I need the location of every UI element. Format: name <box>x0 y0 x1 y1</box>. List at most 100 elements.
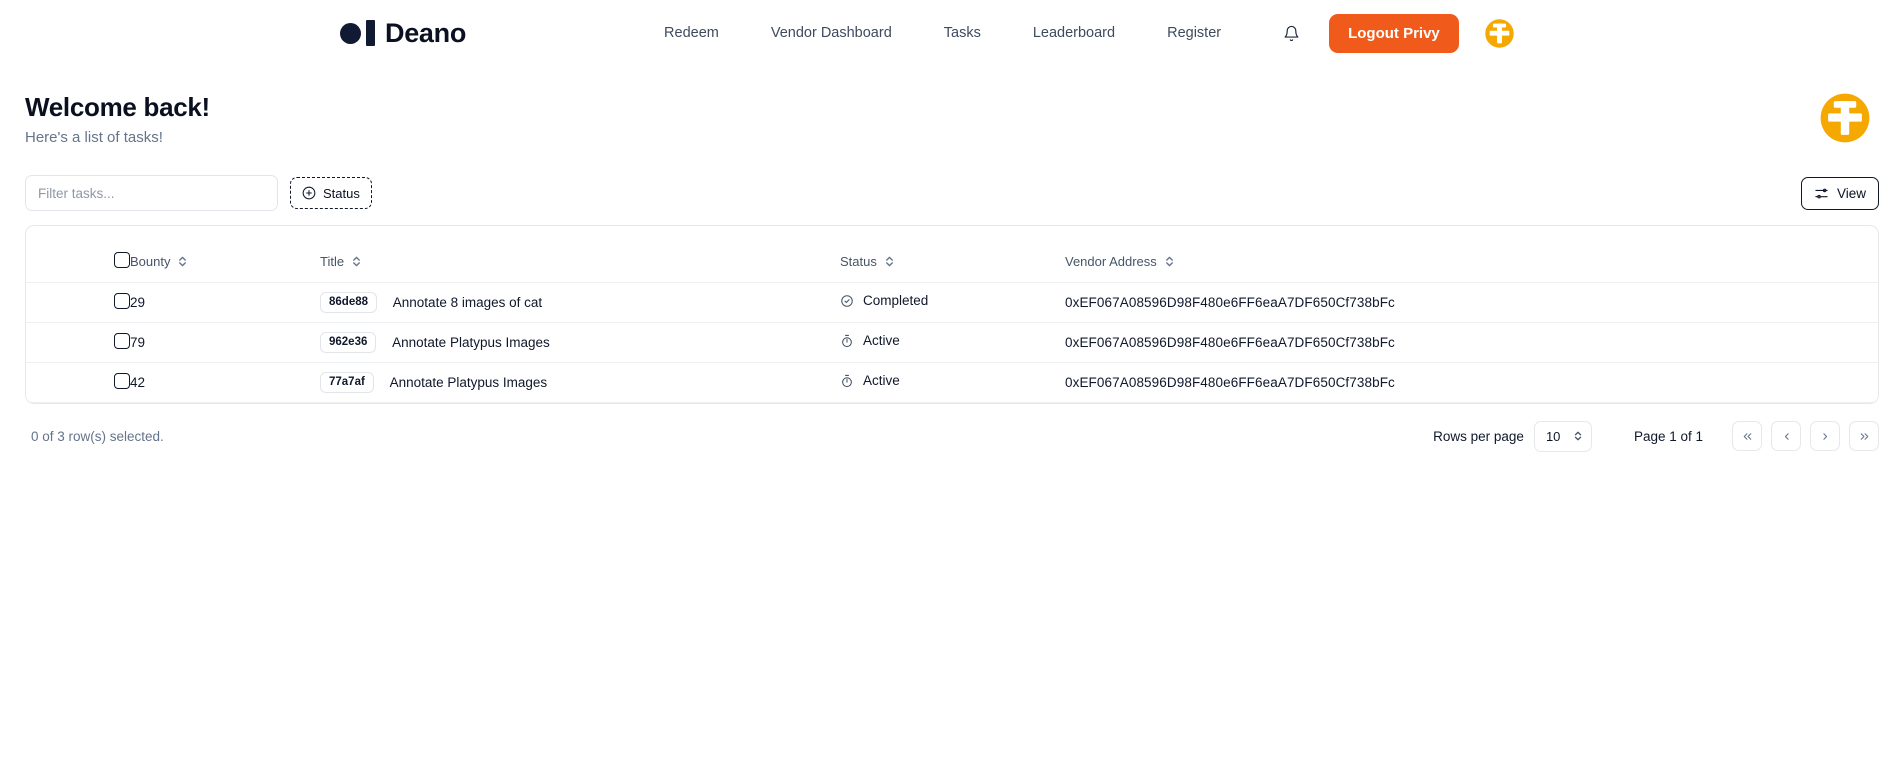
nav-link-leaderboard[interactable]: Leaderboard <box>1007 25 1141 41</box>
row-select-cell <box>26 322 130 363</box>
status-filter-label: Status <box>323 185 360 201</box>
column-header-title[interactable]: Title <box>320 226 840 283</box>
chevron-updown-icon <box>1574 431 1582 441</box>
rows-per-page-value: 10 <box>1545 428 1561 444</box>
table-row[interactable]: 42 77a7af Annotate Platypus Images Activ… <box>26 362 1878 403</box>
bell-icon <box>1284 25 1299 41</box>
status-label: Active <box>863 373 900 389</box>
view-options-button[interactable]: View <box>1800 176 1879 210</box>
check-circle-icon <box>841 294 853 307</box>
tasks-table: Bounty Title Status Vendor Address 29 86… <box>26 226 1878 403</box>
row-select-cell <box>26 362 130 403</box>
row-checkbox[interactable] <box>114 292 130 309</box>
chevrons-left-icon <box>1743 432 1751 440</box>
app-logo-nav[interactable] <box>1482 16 1517 51</box>
table-row[interactable]: 79 962e36 Annotate Platypus Images Activ… <box>26 322 1878 363</box>
row-checkbox[interactable] <box>114 372 130 389</box>
logout-button[interactable]: Logout Privy <box>1329 13 1459 53</box>
anchor-circle-logo-icon <box>1820 93 1870 143</box>
filter-tasks-input[interactable] <box>25 175 278 211</box>
top-navbar: Deano Redeem Vendor Dashboard Tasks Lead… <box>0 0 1904 66</box>
next-page-button[interactable] <box>1810 421 1840 451</box>
nav-link-redeem[interactable]: Redeem <box>638 25 745 41</box>
notifications-button[interactable] <box>1271 13 1311 53</box>
column-header-title-label: Title <box>320 254 345 270</box>
rows-selected-label: 0 of 3 row(s) selected. <box>31 428 164 444</box>
plus-circle-icon <box>302 186 316 200</box>
previous-page-button[interactable] <box>1771 421 1801 451</box>
cell-bounty: 42 <box>130 362 320 403</box>
chevron-right-icon <box>1822 432 1827 440</box>
column-header-status[interactable]: Status <box>840 226 1065 283</box>
brand-logo[interactable]: Deano <box>340 18 466 49</box>
column-header-bounty[interactable]: Bounty <box>130 226 320 283</box>
table-footer: 0 of 3 row(s) selected. Rows per page 10… <box>31 420 1879 452</box>
sort-chevrons-icon <box>885 256 893 267</box>
anchor-circle-logo-icon <box>1485 18 1514 48</box>
pagination-controls: Rows per page 10 Page 1 of 1 <box>1433 420 1879 452</box>
table-row[interactable]: 29 86de88 Annotate 8 images of cat Compl… <box>26 282 1878 323</box>
status-label: Active <box>863 333 900 349</box>
nav-actions: Logout Privy <box>1271 13 1517 53</box>
timer-icon <box>842 374 852 387</box>
brand-name: Deano <box>385 17 467 48</box>
page-title: Welcome back! <box>25 92 210 122</box>
sort-chevrons-icon <box>353 256 361 267</box>
chevron-left-icon <box>1784 432 1789 440</box>
column-header-status-label: Status <box>840 254 877 270</box>
task-id-badge: 962e36 <box>320 331 377 353</box>
nav-link-vendor-dashboard[interactable]: Vendor Dashboard <box>745 25 918 41</box>
cell-status: Completed <box>840 282 1065 323</box>
sort-chevrons-icon <box>179 256 187 267</box>
cell-status: Active <box>840 322 1065 363</box>
vendor-address-text: 0xEF067A08596D98F480e6FF6eaA7DF650Cf738b… <box>1065 334 1395 350</box>
table-toolbar: Status View <box>25 175 1879 211</box>
task-id-badge: 77a7af <box>320 371 374 393</box>
cell-bounty: 79 <box>130 322 320 363</box>
brand-mark-icon <box>340 20 375 46</box>
sliders-icon <box>1815 188 1828 198</box>
nav-links: Redeem Vendor Dashboard Tasks Leaderboar… <box>638 25 1247 41</box>
chevrons-right-icon <box>1860 432 1868 440</box>
page-header: Welcome back! Here's a list of tasks! <box>25 92 1904 146</box>
app-logo-corner <box>1815 88 1875 153</box>
task-title-text: Annotate Platypus Images <box>392 334 550 350</box>
row-select-cell <box>26 282 130 323</box>
cell-title: 77a7af Annotate Platypus Images <box>320 362 840 403</box>
nav-link-register[interactable]: Register <box>1141 25 1247 41</box>
brand-bar-shape <box>366 20 375 46</box>
cell-bounty: 29 <box>130 282 320 323</box>
view-options-label: View <box>1836 185 1866 201</box>
vendor-address-text: 0xEF067A08596D98F480e6FF6eaA7DF650Cf738b… <box>1065 374 1395 390</box>
cell-status: Active <box>840 362 1065 403</box>
cell-vendor-address: 0xEF067A08596D98F480e6FF6eaA7DF650Cf738b… <box>1065 282 1878 323</box>
status-filter-button[interactable]: Status <box>290 177 372 209</box>
table-head: Bounty Title Status Vendor Address <box>26 226 1878 283</box>
cell-vendor-address: 0xEF067A08596D98F480e6FF6eaA7DF650Cf738b… <box>1065 362 1878 403</box>
column-header-bounty-label: Bounty <box>130 254 171 270</box>
select-all-header <box>26 226 130 283</box>
rows-per-page-label: Rows per page <box>1433 428 1524 444</box>
row-checkbox[interactable] <box>114 332 130 349</box>
column-header-vendor-address[interactable]: Vendor Address <box>1065 226 1878 283</box>
sort-chevrons-icon <box>1165 256 1173 267</box>
table-body: 29 86de88 Annotate 8 images of cat Compl… <box>26 282 1878 403</box>
cell-vendor-address: 0xEF067A08596D98F480e6FF6eaA7DF650Cf738b… <box>1065 322 1878 363</box>
page-subtitle: Here's a list of tasks! <box>25 129 163 146</box>
page-indicator-label: Page 1 of 1 <box>1633 428 1703 444</box>
timer-icon <box>842 334 852 347</box>
brand-dot-shape <box>340 22 361 44</box>
first-page-button[interactable] <box>1732 421 1762 451</box>
select-all-checkbox[interactable] <box>114 252 130 269</box>
last-page-button[interactable] <box>1849 421 1879 451</box>
table-header-row: Bounty Title Status Vendor Address <box>26 226 1878 283</box>
task-title-text: Annotate 8 images of cat <box>392 294 543 310</box>
task-id-badge: 86de88 <box>320 291 378 313</box>
status-label: Completed <box>863 293 929 309</box>
vendor-address-text: 0xEF067A08596D98F480e6FF6eaA7DF650Cf738b… <box>1065 294 1395 310</box>
task-title-text: Annotate Platypus Images <box>389 374 548 390</box>
rows-per-page-select[interactable]: 10 <box>1533 420 1592 452</box>
cell-title: 962e36 Annotate Platypus Images <box>320 322 840 363</box>
nav-link-tasks[interactable]: Tasks <box>918 25 1007 41</box>
column-header-vendor-address-label: Vendor Address <box>1065 254 1157 270</box>
